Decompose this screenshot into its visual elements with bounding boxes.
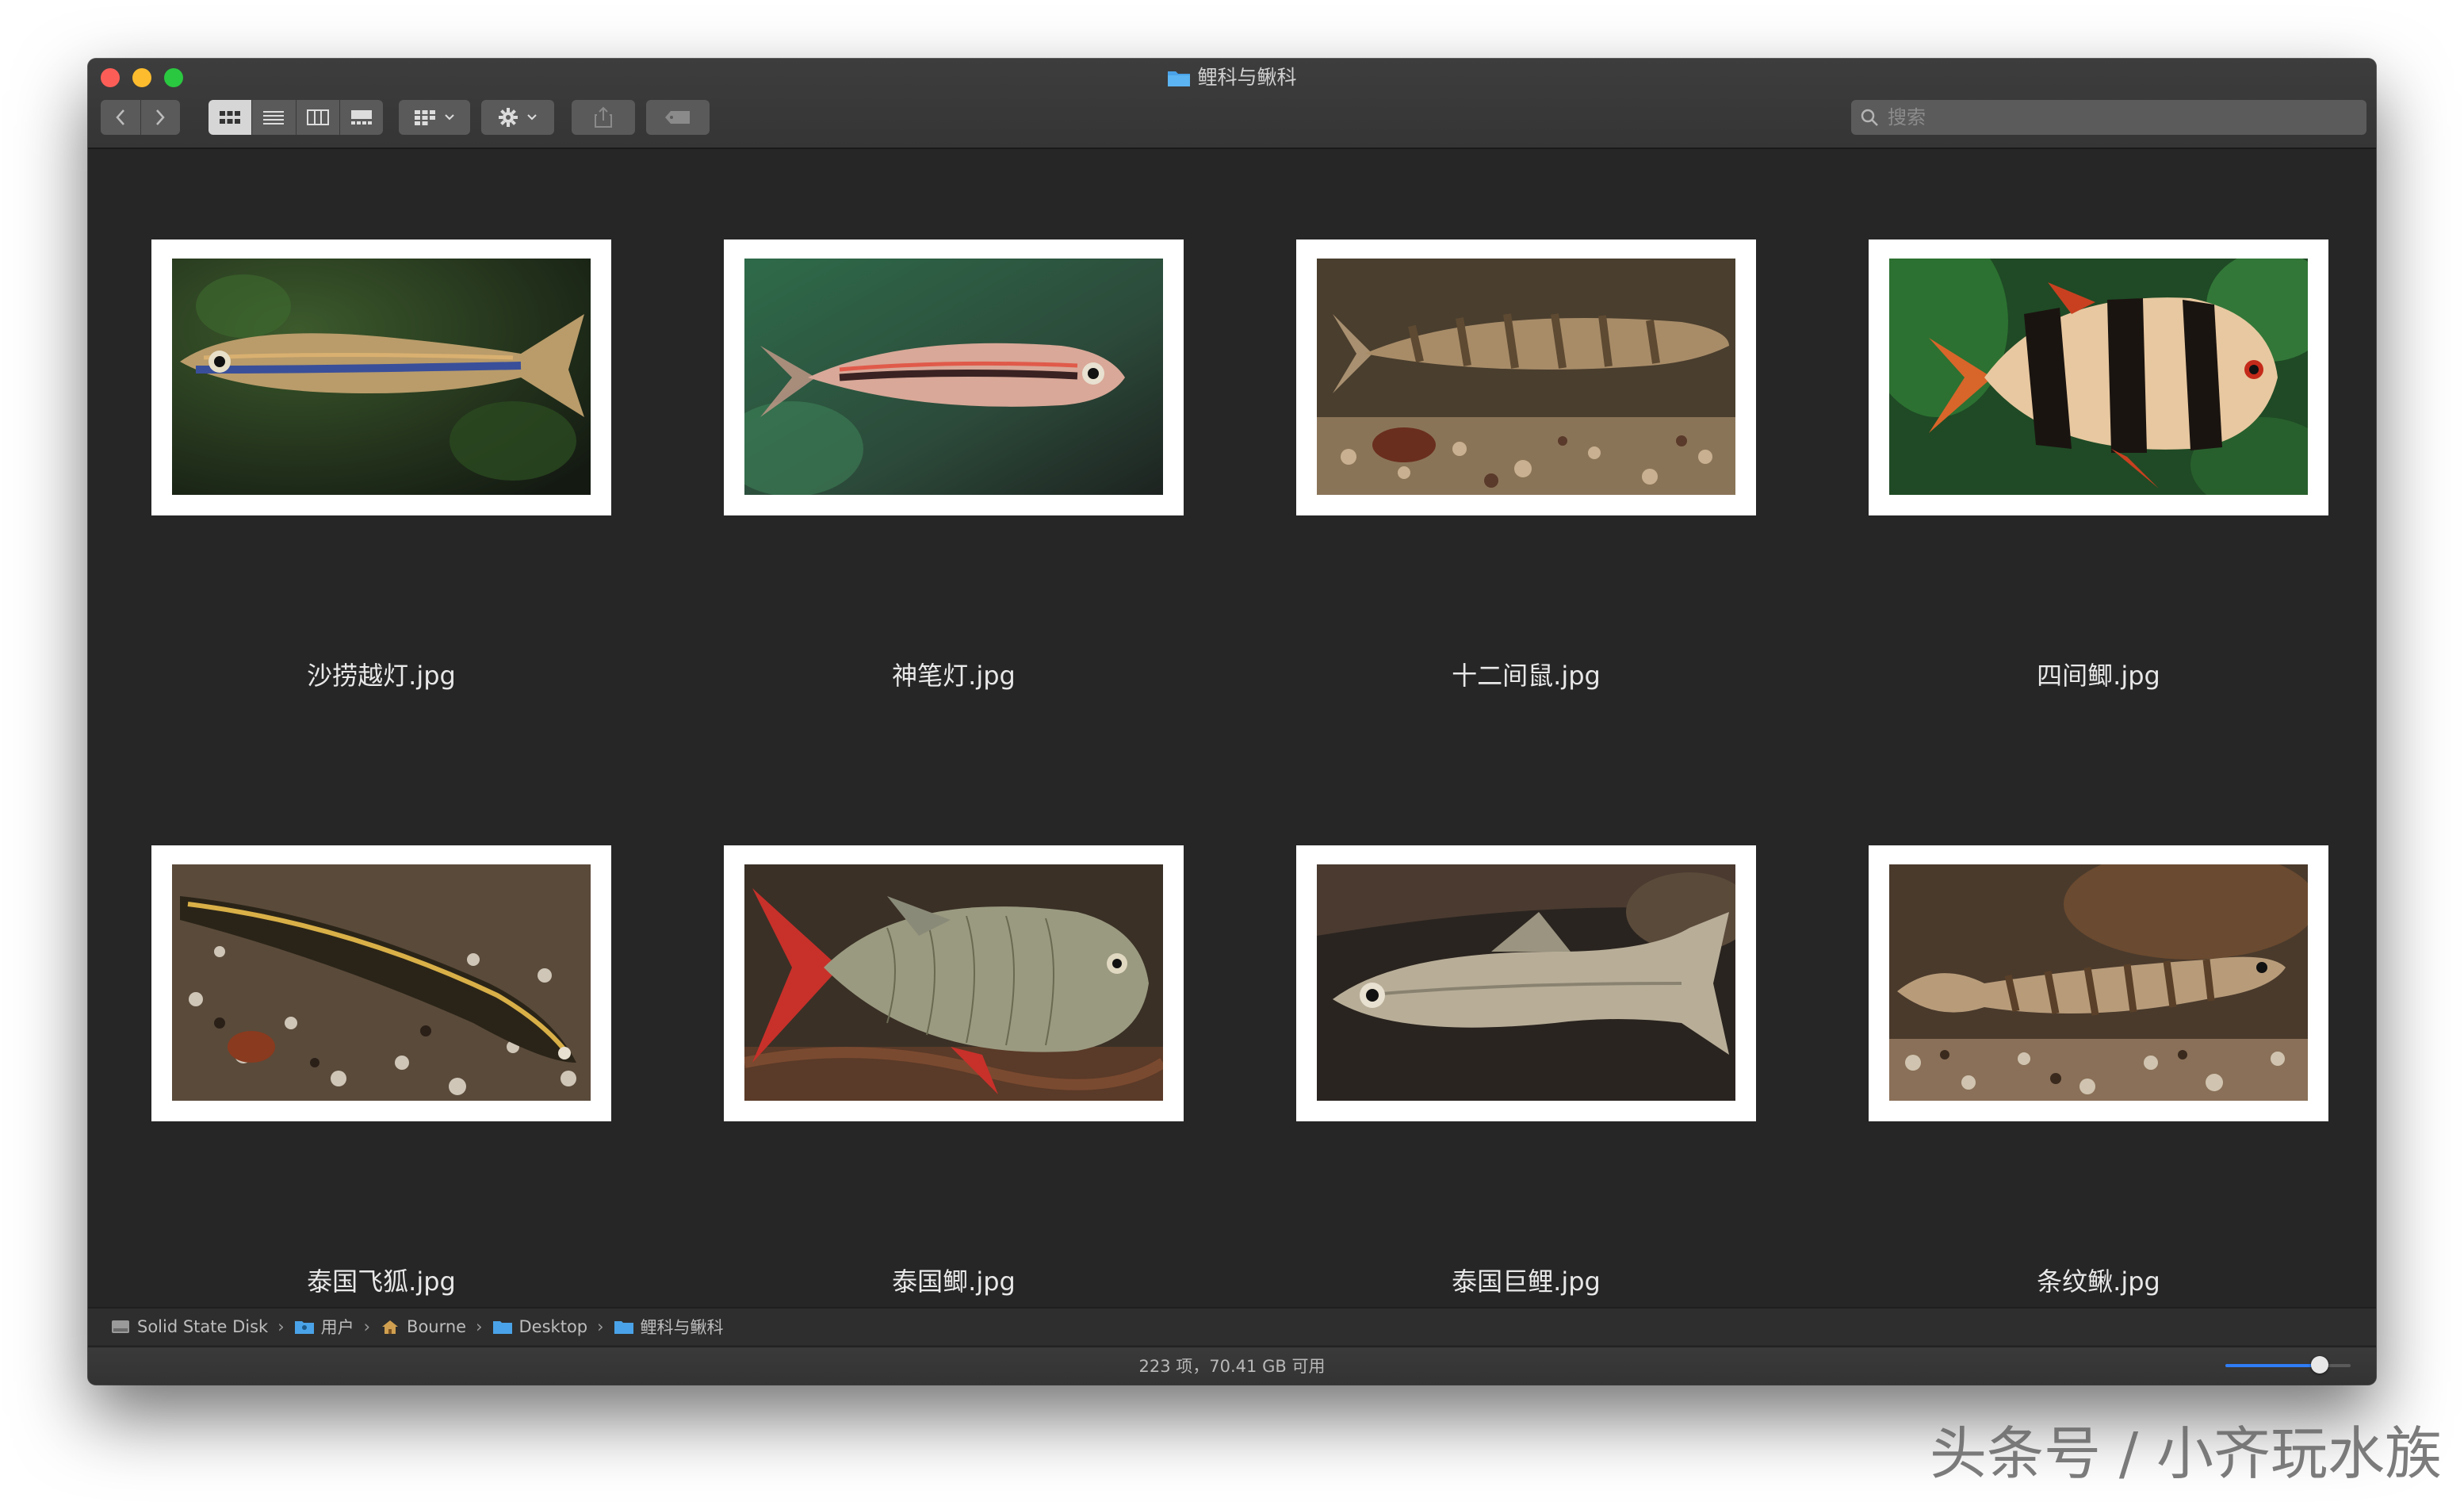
file-name: 十二间鼠.jpg [1452, 661, 1601, 691]
path-item-users[interactable]: 用户 [294, 1315, 354, 1339]
tag-icon [665, 111, 690, 124]
fish-thumbnail-image [744, 864, 1163, 1101]
folder-icon [492, 1321, 512, 1334]
file-item[interactable]: 泰国巨鲤.jpg [1296, 845, 1756, 1321]
path-item-label: 用户 [320, 1318, 354, 1337]
search-input[interactable] [1886, 105, 2349, 129]
title-bar: 鲤科与鳅科 [88, 59, 2376, 149]
fish-thumbnail-image [172, 259, 591, 495]
search-field[interactable] [1851, 100, 2366, 135]
icon-view-button[interactable] [209, 100, 253, 135]
gallery-view-button[interactable] [339, 100, 383, 135]
chevron-down-icon [527, 114, 537, 121]
watermark-text: 头条号 / 小齐玩水族 [1929, 1420, 2442, 1487]
file-name: 泰国鲫.jpg [892, 1266, 1016, 1297]
path-item-current[interactable]: 鲤科与鳅科 [614, 1315, 724, 1339]
thumbnail-frame [151, 239, 611, 515]
share-icon [595, 106, 612, 128]
path-separator: › [363, 1317, 371, 1336]
view-mode-selector [209, 100, 383, 135]
icon-view-icon [220, 111, 241, 124]
file-item[interactable]: 泰国飞狐.jpg [151, 845, 611, 1321]
thumbnail-frame [724, 239, 1184, 515]
users-folder-icon [294, 1321, 314, 1334]
fish-thumbnail-image [172, 864, 591, 1101]
path-separator: › [476, 1317, 483, 1336]
folder-icon [1167, 67, 1191, 95]
thumbnail-frame [151, 845, 611, 1121]
group-by-button[interactable] [399, 100, 470, 135]
gear-icon [499, 108, 518, 127]
forward-button[interactable] [140, 100, 180, 135]
file-item[interactable]: 神笔灯.jpg [724, 239, 1184, 715]
fish-thumbnail-image [1889, 259, 2308, 495]
file-name: 泰国飞狐.jpg [307, 1266, 456, 1297]
fish-thumbnail-image [744, 259, 1163, 495]
slider-knob[interactable] [2310, 1356, 2328, 1374]
tag-button[interactable] [646, 100, 710, 135]
fish-thumbnail-image [1889, 864, 2308, 1101]
action-menu-button[interactable] [481, 100, 554, 135]
icon-size-slider[interactable] [2225, 1356, 2351, 1374]
thumbnail-frame [724, 845, 1184, 1121]
nav-buttons [101, 100, 180, 135]
path-item-label: Bourne [407, 1317, 467, 1336]
file-item[interactable]: 十二间鼠.jpg [1296, 239, 1756, 715]
column-view-button[interactable] [296, 100, 340, 135]
home-icon [382, 1320, 399, 1334]
path-bar: Solid State Disk › 用户 › Bourne › Desktop… [88, 1307, 2376, 1345]
list-view-icon [263, 111, 285, 125]
share-button[interactable] [572, 100, 635, 135]
search-icon [1861, 109, 1878, 126]
thumbnail-frame [1869, 239, 2328, 515]
column-view-icon [306, 109, 329, 125]
finder-window: 鲤科与鳅科 搜索 沙捞越灯.jpg 神笔灯.jpg 十二间鼠.jpg 四间鲫.j… [88, 59, 2376, 1385]
hard-disk-icon [112, 1320, 129, 1333]
list-view-button[interactable] [252, 100, 297, 135]
status-bar: 223 项，70.41 GB 可用 [88, 1347, 2376, 1385]
folder-icon [614, 1321, 633, 1334]
chevron-left-icon [116, 109, 124, 125]
gallery-view-icon [350, 110, 372, 125]
thumbnail-frame [1296, 239, 1756, 515]
file-name: 条纹鳅.jpg [2037, 1266, 2160, 1297]
chevron-down-icon [445, 114, 454, 121]
file-item[interactable]: 沙捞越灯.jpg [151, 239, 611, 715]
group-by-icon [415, 110, 435, 125]
path-item-label: 鲤科与鳅科 [640, 1318, 724, 1337]
back-button[interactable] [101, 100, 141, 135]
path-item-label: Desktop [518, 1317, 588, 1336]
slider-fill [2225, 1364, 2320, 1367]
file-item[interactable]: 泰国鲫.jpg [724, 845, 1184, 1321]
fish-thumbnail-image [1317, 864, 1735, 1101]
path-separator: › [597, 1317, 604, 1336]
file-name: 沙捞越灯.jpg [307, 661, 456, 691]
chevron-right-icon [156, 109, 165, 125]
path-item-disk[interactable]: Solid State Disk [110, 1317, 268, 1336]
file-name: 四间鲫.jpg [2037, 661, 2160, 691]
window-title: 鲤科与鳅科 [88, 63, 2376, 95]
fish-thumbnail-image [1317, 259, 1735, 495]
path-item-desktop[interactable]: Desktop [492, 1317, 588, 1336]
thumbnail-frame [1869, 845, 2328, 1121]
file-name: 泰国巨鲤.jpg [1452, 1266, 1601, 1297]
file-item[interactable]: 条纹鳅.jpg [1869, 845, 2328, 1321]
status-text: 223 项，70.41 GB 可用 [1138, 1357, 1326, 1376]
window-title-text: 鲤科与鳅科 [1197, 66, 1297, 89]
path-separator: › [277, 1317, 285, 1336]
file-item[interactable]: 四间鲫.jpg [1869, 239, 2328, 715]
path-item-label: Solid State Disk [137, 1317, 269, 1336]
path-item-home[interactable]: Bourne [380, 1317, 466, 1336]
thumbnail-frame [1296, 845, 1756, 1121]
file-name: 神笔灯.jpg [892, 661, 1016, 691]
icon-grid: 沙捞越灯.jpg 神笔灯.jpg 十二间鼠.jpg 四间鲫.jpg 泰国飞狐.j… [88, 149, 2376, 1367]
